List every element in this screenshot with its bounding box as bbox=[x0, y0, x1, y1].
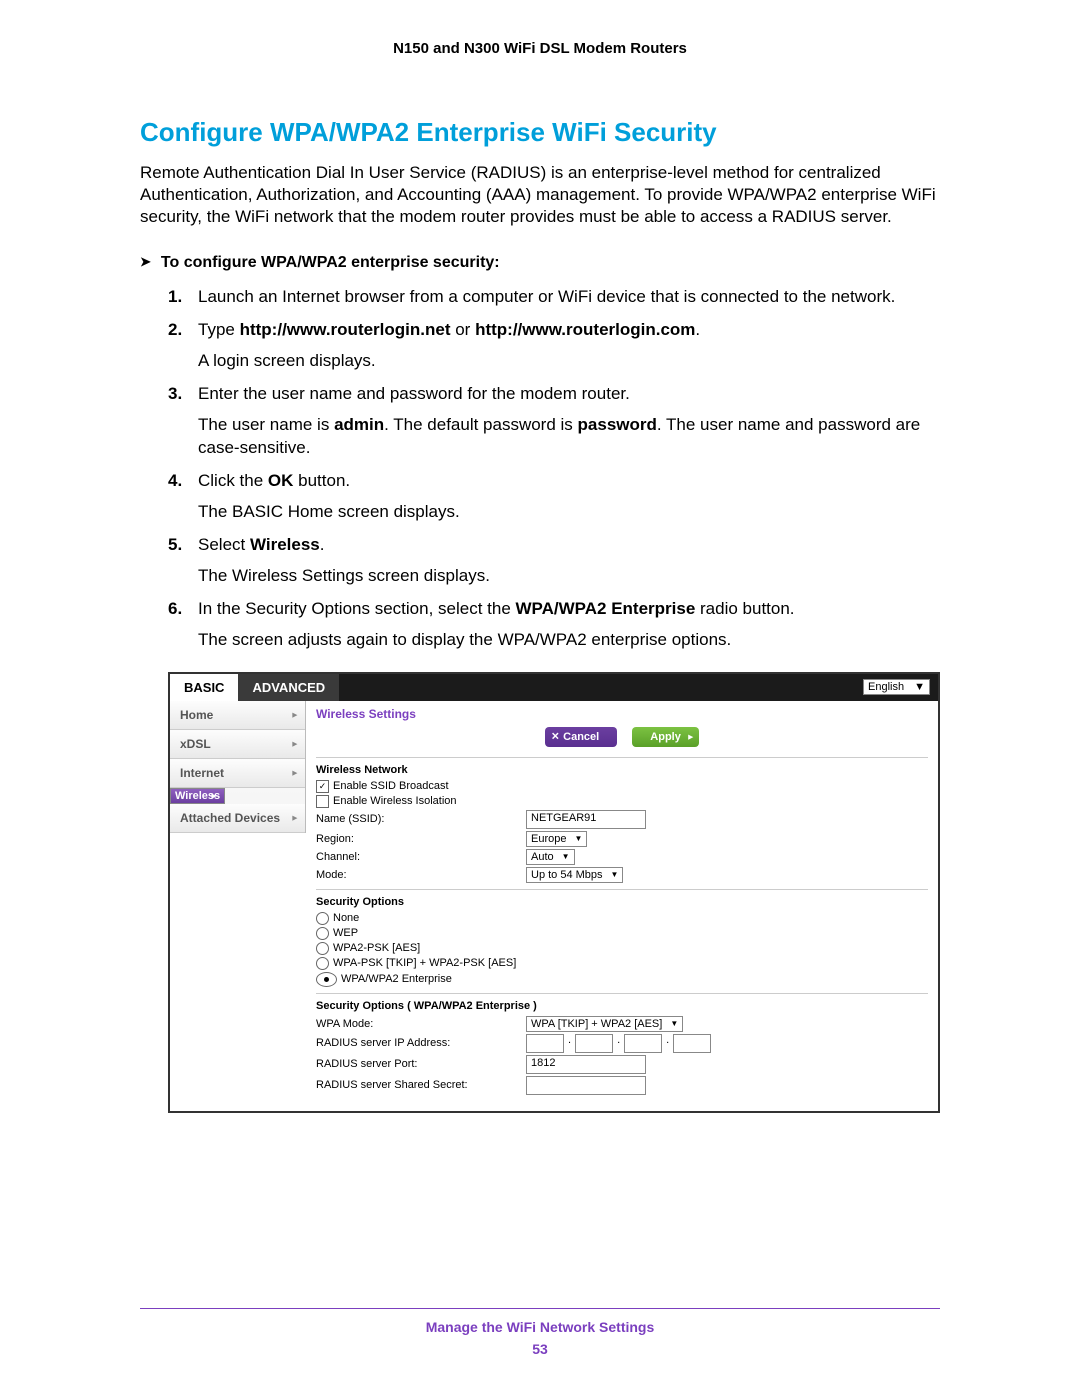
channel-select[interactable]: Auto▼ bbox=[526, 849, 575, 865]
footer-text: Manage the WiFi Network Settings bbox=[0, 1319, 1080, 1335]
section-security-options: Security Options bbox=[316, 896, 928, 908]
region-label: Region: bbox=[316, 833, 526, 845]
step-6: 6. In the Security Options section, sele… bbox=[168, 598, 940, 652]
wireless-isolation-label: Enable Wireless Isolation bbox=[333, 795, 457, 807]
sidebar-item-home[interactable]: Home▸ bbox=[170, 701, 305, 730]
step-note: A login screen displays. bbox=[198, 350, 940, 373]
chevron-down-icon: ▼ bbox=[914, 681, 925, 693]
channel-label: Channel: bbox=[316, 851, 526, 863]
radius-secret-label: RADIUS server Shared Secret: bbox=[316, 1079, 526, 1091]
ssid-input[interactable]: NETGEAR91 bbox=[526, 810, 646, 829]
step-4: 4. Click the OK button. The BASIC Home s… bbox=[168, 470, 940, 524]
section-enterprise-options: Security Options ( WPA/WPA2 Enterprise ) bbox=[316, 1000, 928, 1012]
radius-ip-octet-3[interactable] bbox=[624, 1034, 662, 1053]
wireless-isolation-checkbox[interactable] bbox=[316, 795, 329, 808]
page-number: 53 bbox=[0, 1341, 1080, 1357]
radio-wpa-wpa2-psk[interactable] bbox=[316, 957, 329, 970]
apply-button[interactable]: Apply▸ bbox=[632, 727, 699, 747]
cancel-button[interactable]: ✕Cancel bbox=[545, 727, 617, 747]
chevron-right-icon: ▸ bbox=[292, 767, 297, 778]
chevron-down-icon: ▼ bbox=[670, 1019, 678, 1028]
mode-select[interactable]: Up to 54 Mbps▼ bbox=[526, 867, 623, 883]
radio-wpa-wpa2-enterprise[interactable] bbox=[316, 972, 337, 987]
mode-label: Mode: bbox=[316, 869, 526, 881]
chevron-right-icon: ▸ bbox=[292, 812, 297, 823]
step-note: The Wireless Settings screen displays. bbox=[198, 565, 940, 588]
wpa-mode-select[interactable]: WPA [TKIP] + WPA2 [AES]▼ bbox=[526, 1016, 683, 1032]
step-number: 1. bbox=[168, 286, 182, 309]
radio-wep[interactable] bbox=[316, 927, 329, 940]
radius-ip-octet-4[interactable] bbox=[673, 1034, 711, 1053]
ssid-label: Name (SSID): bbox=[316, 813, 526, 825]
router-ui: BASIC ADVANCED English▼ Home▸ xDSL▸ Inte… bbox=[168, 672, 940, 1113]
chevron-right-icon: ▸ bbox=[212, 790, 217, 801]
step-number: 6. bbox=[168, 598, 182, 621]
intro-paragraph: Remote Authentication Dial In User Servi… bbox=[140, 162, 940, 228]
close-icon: ✕ bbox=[551, 731, 559, 742]
radio-wpa2-psk[interactable] bbox=[316, 942, 329, 955]
ssid-broadcast-label: Enable SSID Broadcast bbox=[333, 780, 449, 792]
panel-title: Wireless Settings bbox=[316, 707, 928, 721]
section-wireless-network: Wireless Network bbox=[316, 764, 928, 776]
chevron-down-icon: ▼ bbox=[574, 834, 582, 843]
chevron-down-icon: ▼ bbox=[611, 870, 619, 879]
step-2: 2. Type http://www.routerlogin.net or ht… bbox=[168, 319, 940, 373]
sidebar-item-xdsl[interactable]: xDSL▸ bbox=[170, 730, 305, 759]
step-text: Launch an Internet browser from a comput… bbox=[198, 287, 895, 306]
radius-port-input[interactable]: 1812 bbox=[526, 1055, 646, 1074]
step-note: The user name is admin. The default pass… bbox=[198, 414, 940, 460]
step-number: 5. bbox=[168, 534, 182, 557]
tab-basic[interactable]: BASIC bbox=[170, 674, 238, 701]
step-1: 1. Launch an Internet browser from a com… bbox=[168, 286, 940, 309]
sidebar-item-attached-devices[interactable]: Attached Devices▸ bbox=[170, 804, 305, 833]
region-select[interactable]: Europe▼ bbox=[526, 831, 587, 847]
task-text: To configure WPA/WPA2 enterprise securit… bbox=[161, 254, 500, 271]
chevron-right-icon: ▸ bbox=[688, 731, 693, 742]
step-number: 2. bbox=[168, 319, 182, 342]
ssid-broadcast-checkbox[interactable]: ✓ bbox=[316, 780, 329, 793]
page-title: Configure WPA/WPA2 Enterprise WiFi Secur… bbox=[140, 117, 940, 148]
sidebar-item-internet[interactable]: Internet▸ bbox=[170, 759, 305, 788]
sidebar-item-wireless[interactable]: Wireless▸ bbox=[170, 788, 225, 804]
page-footer: Manage the WiFi Network Settings 53 bbox=[0, 1308, 1080, 1357]
radius-secret-input[interactable] bbox=[526, 1076, 646, 1095]
step-number: 4. bbox=[168, 470, 182, 493]
step-note: The screen adjusts again to display the … bbox=[198, 629, 940, 652]
doc-header: N150 and N300 WiFi DSL Modem Routers bbox=[140, 40, 940, 57]
language-select[interactable]: English▼ bbox=[863, 679, 930, 695]
radius-port-label: RADIUS server Port: bbox=[316, 1058, 526, 1070]
wpa-mode-label: WPA Mode: bbox=[316, 1018, 526, 1030]
step-note: The BASIC Home screen displays. bbox=[198, 501, 940, 524]
arrow-icon: ➤ bbox=[140, 254, 151, 270]
chevron-down-icon: ▼ bbox=[562, 852, 570, 861]
step-number: 3. bbox=[168, 383, 182, 406]
step-5: 5. Select Wireless. The Wireless Setting… bbox=[168, 534, 940, 588]
chevron-right-icon: ▸ bbox=[292, 738, 297, 749]
step-3: 3. Enter the user name and password for … bbox=[168, 383, 940, 460]
chevron-right-icon: ▸ bbox=[292, 709, 297, 720]
tab-advanced[interactable]: ADVANCED bbox=[238, 674, 339, 701]
radio-none[interactable] bbox=[316, 912, 329, 925]
task-heading: ➤ To configure WPA/WPA2 enterprise securi… bbox=[140, 254, 940, 272]
radius-ip-octet-2[interactable] bbox=[575, 1034, 613, 1053]
sidebar: Home▸ xDSL▸ Internet▸ Wireless▸ Attached… bbox=[170, 701, 306, 833]
radius-ip-octet-1[interactable] bbox=[526, 1034, 564, 1053]
radius-ip-label: RADIUS server IP Address: bbox=[316, 1037, 526, 1049]
